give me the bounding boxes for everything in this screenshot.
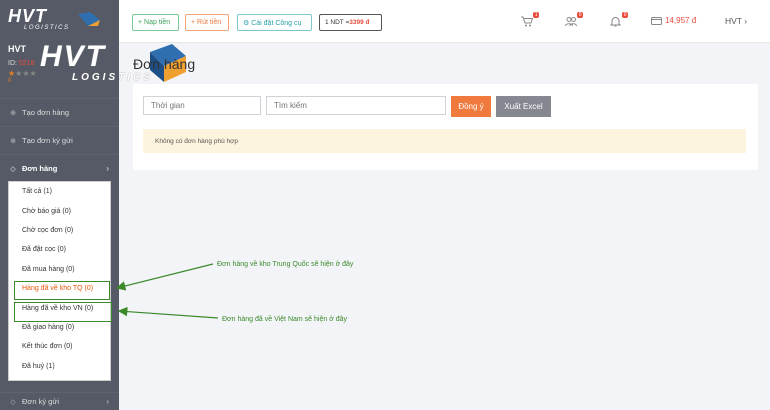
apply-filter-button[interactable]: Đồng ý <box>451 96 491 117</box>
submenu-item-all[interactable]: Tất cả (1) <box>9 182 110 201</box>
sidebar-item-label: Tạo đơn ký gửi <box>22 136 73 145</box>
empty-state-alert: Không có đơn hàng phù hợp <box>143 129 746 153</box>
arrow-to-cn <box>115 263 214 291</box>
user-menu[interactable]: HVT › <box>725 16 747 26</box>
logo-text: HVT <box>8 6 47 26</box>
cart-icon[interactable]: 1 <box>521 12 539 28</box>
bell-icon[interactable]: 0 <box>609 12 628 28</box>
date-range-input[interactable] <box>143 96 261 115</box>
cart-badge: 1 <box>533 12 539 18</box>
chevron-right-icon: › <box>106 164 109 173</box>
rate-value: 3399 đ <box>349 19 370 26</box>
submenu-item-purchased[interactable]: Đã mua hàng (0) <box>9 260 110 279</box>
sidebar-item-orders[interactable]: ◇ Đơn hàng › <box>0 154 119 182</box>
search-input[interactable] <box>266 96 446 115</box>
top-header: + Nạp tiền + Rút tiền ⚙ Cài đặt Công cụ … <box>119 0 770 43</box>
user-id-value: 0218 <box>18 60 35 67</box>
tag-icon: ◇ <box>10 398 16 406</box>
user-id-label: ID: <box>8 60 17 67</box>
user-name: HVT <box>8 44 26 54</box>
sidebar-item-create-order[interactable]: ⊕ Tạo đơn hàng <box>0 98 119 126</box>
sidebar-logo[interactable]: HVT LOGISTICS <box>0 0 119 40</box>
submenu-item-awaiting-quote[interactable]: Chờ báo giá (0) <box>9 201 110 220</box>
logo-subtitle: LOGISTICS <box>24 25 70 31</box>
annotation-vn: Đơn hàng đã về Việt Nam sẽ hiện ở đây <box>222 316 348 323</box>
wallet-amount: 14,957 đ <box>665 16 697 25</box>
export-excel-button[interactable]: Xuất Excel <box>496 96 551 117</box>
users-badge: 0 <box>577 12 583 18</box>
annotation-cn: Đơn hàng về kho Trung Quốc sẽ hiện ở đây <box>217 261 354 268</box>
page-title: Đơn hàng <box>133 56 196 72</box>
rate-prefix: 1 NDT = <box>325 19 350 26</box>
highlight-box-cn <box>14 281 110 300</box>
plus-circle-icon: ⊕ <box>10 109 16 117</box>
submenu-item-deposited[interactable]: Đã đặt cọc (0) <box>9 240 110 259</box>
sidebar-item-consign-orders[interactable]: ◇ Đơn ký gửi › <box>0 392 119 410</box>
withdraw-button[interactable]: + Rút tiền <box>185 14 229 31</box>
tag-icon: ◇ <box>10 165 16 173</box>
submenu-item-completed[interactable]: Kết thúc đơn (0) <box>9 337 110 356</box>
sidebar-item-label: Tạo đơn hàng <box>22 108 70 117</box>
deposit-button[interactable]: + Nạp tiền <box>132 14 179 31</box>
submenu-item-cancelled[interactable]: Đã huỷ (1) <box>9 357 110 376</box>
user-points: 0 <box>8 78 12 84</box>
chevron-right-icon: › <box>106 397 109 406</box>
user-id: ID: 0218 <box>8 60 111 67</box>
submenu-item-awaiting-deposit[interactable]: Chờ cọc đơn (0) <box>9 221 110 240</box>
arrow-to-vn <box>117 306 219 319</box>
sidebar-item-label: Đơn ký gửi <box>22 397 60 406</box>
bell-badge: 0 <box>622 12 628 18</box>
exchange-rate: 1 NDT = 3399 đ <box>319 14 382 31</box>
sidebar-item-label: Đơn hàng <box>22 164 58 173</box>
user-panel: HVT ID: 0218 ★★★★ 0 <box>0 40 119 96</box>
filter-card: Đồng ý Xuất Excel Không có đơn hàng phù … <box>133 84 758 170</box>
logo-mark-icon <box>78 12 100 26</box>
wallet-icon <box>651 17 662 25</box>
users-icon[interactable]: 0 <box>565 12 583 28</box>
wallet-balance[interactable]: 14,957 đ <box>651 16 696 25</box>
star-empty-icon: ★★★ <box>15 69 37 78</box>
highlight-box-vn <box>14 302 112 322</box>
tool-settings-button[interactable]: ⚙ Cài đặt Công cụ <box>237 14 312 31</box>
plus-circle-icon: ⊕ <box>10 137 16 145</box>
user-rating: ★★★★ <box>8 69 111 78</box>
sidebar-item-create-consign[interactable]: ⊕ Tạo đơn ký gửi <box>0 126 119 154</box>
